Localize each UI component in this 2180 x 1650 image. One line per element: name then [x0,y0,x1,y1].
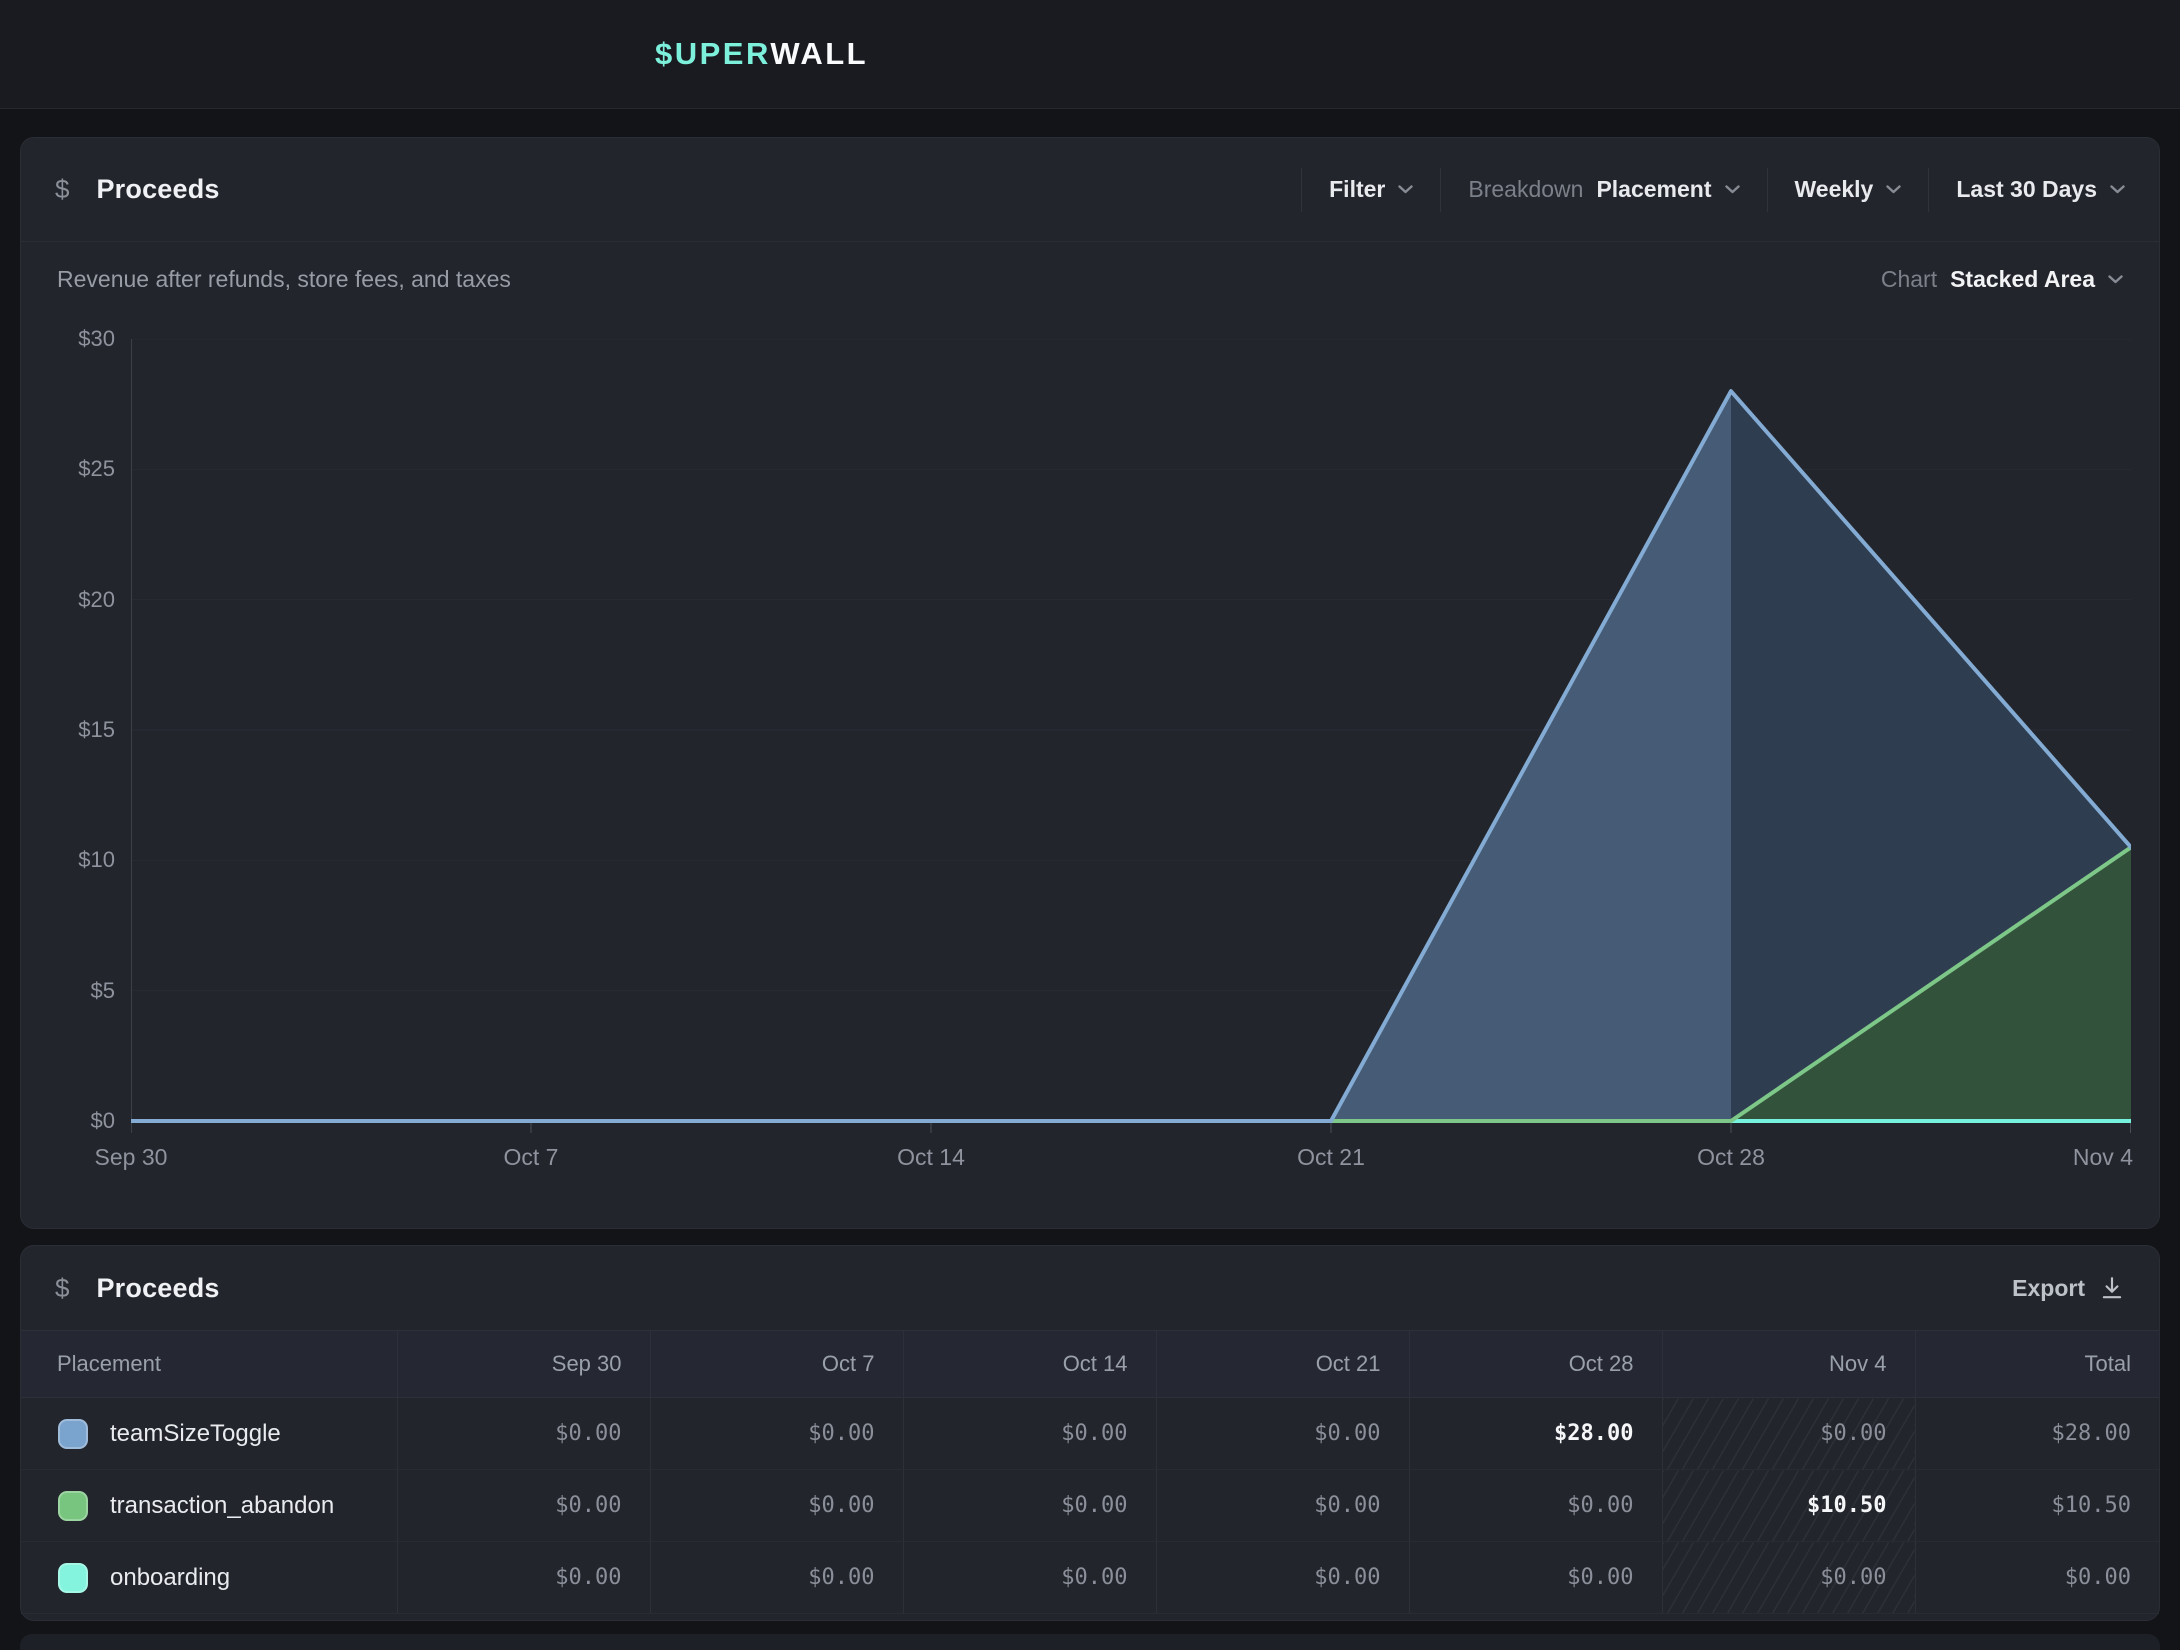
column-header: Placement [21,1331,397,1398]
superwall-logo[interactable]: $UPERWALL [655,36,868,72]
y-axis-tick-label: $20 [21,585,115,615]
x-axis-tick-label: Oct 28 [1697,1144,1765,1171]
filter-button[interactable]: Filter [1329,176,1413,203]
series-swatch [58,1563,88,1593]
chart-card-header: $ Proceeds Filter Breakdown Placement We… [21,138,2159,242]
proceeds-value-cell: $0.00 [1409,1542,1662,1614]
y-axis-tick-label: $10 [21,845,115,875]
proceeds-value-cell: $0.00 [650,1470,903,1542]
logo-rest-text: WALL [770,36,868,71]
proceeds-value-cell: $0.00 [1662,1398,1915,1470]
chevron-down-icon [2108,275,2123,284]
dollar-icon: $ [55,174,69,205]
proceeds-value-cell: $0.00 [1156,1398,1409,1470]
series-swatch [58,1419,88,1449]
table-row: teamSizeToggle$0.00$0.00$0.00$0.00$28.00… [21,1398,2159,1470]
proceeds-value-cell: $28.00 [1915,1398,2159,1470]
proceeds-value-cell: $0.00 [397,1470,650,1542]
proceeds-table-card: $ Proceeds Export PlacementSep 30Oct 7Oc… [20,1245,2160,1621]
chart-controls: Filter Breakdown Placement Weekly Last 3… [1301,168,2125,212]
proceeds-value-cell: $0.00 [903,1470,1156,1542]
proceeds-value-cell: $0.00 [1409,1470,1662,1542]
x-axis-tick-label: Sep 30 [95,1144,168,1171]
stacked-area-chart[interactable] [131,339,2131,1133]
date-range-value: Last 30 Days [1956,176,2097,203]
placement-name: teamSizeToggle [110,1420,281,1448]
column-header: Oct 7 [650,1331,903,1398]
proceeds-value-cell: $0.00 [650,1398,903,1470]
proceeds-value-cell: $10.50 [1915,1470,2159,1542]
proceeds-value-cell: $10.50 [1662,1470,1915,1542]
column-header: Oct 28 [1409,1331,1662,1398]
table-card-header: $ Proceeds Export [21,1246,2159,1330]
date-range-select[interactable]: Last 30 Days [1956,176,2125,203]
y-axis-tick-label: $30 [21,324,115,354]
table-card-title: Proceeds [96,1273,219,1304]
table-card-title-group: $ Proceeds [55,1273,220,1304]
export-label: Export [2012,1275,2085,1302]
divider [1440,168,1441,212]
column-header: Oct 21 [1156,1331,1409,1398]
chart-card-title: Proceeds [96,174,219,205]
column-header: Nov 4 [1662,1331,1915,1398]
next-card-edge [20,1634,2160,1650]
interval-value: Weekly [1795,176,1874,203]
placement-cell: transaction_abandon [21,1470,397,1542]
series-swatch [58,1491,88,1521]
proceeds-value-cell: $0.00 [650,1542,903,1614]
divider [1767,168,1768,212]
proceeds-value-cell: $0.00 [1156,1542,1409,1614]
chevron-down-icon [1398,185,1413,194]
x-axis-tick-label: Oct 21 [1297,1144,1365,1171]
chart-type-select[interactable]: Chart Stacked Area [1881,266,2123,293]
proceeds-value-cell: $0.00 [1156,1470,1409,1542]
placement-cell: onboarding [21,1542,397,1614]
proceeds-value-cell: $0.00 [1662,1542,1915,1614]
chart-card-title-group: $ Proceeds [55,174,220,205]
breakdown-value: Placement [1596,176,1711,203]
proceeds-value-cell: $28.00 [1409,1398,1662,1470]
x-axis-tick-label: Oct 14 [897,1144,965,1171]
table-header-row: PlacementSep 30Oct 7Oct 14Oct 21Oct 28No… [21,1331,2159,1398]
dollar-icon: $ [55,1273,69,1304]
proceeds-value-cell: $0.00 [397,1398,650,1470]
y-axis-tick-label: $5 [21,976,115,1006]
table-row: transaction_abandon$0.00$0.00$0.00$0.00$… [21,1470,2159,1542]
chevron-down-icon [1725,185,1740,194]
table-row: onboarding$0.00$0.00$0.00$0.00$0.00$0.00… [21,1542,2159,1614]
proceeds-value-cell: $0.00 [903,1398,1156,1470]
download-icon [2099,1275,2125,1301]
breakdown-label: Breakdown [1468,176,1583,203]
y-axis-tick-label: $25 [21,454,115,484]
export-button[interactable]: Export [2012,1275,2125,1302]
top-nav: $UPERWALL [0,0,2180,109]
chart-subtitle: Revenue after refunds, store fees, and t… [57,266,511,293]
y-axis-tick-label: $0 [21,1106,115,1136]
proceeds-value-cell: $0.00 [397,1542,650,1614]
chevron-down-icon [2110,185,2125,194]
divider [1301,168,1302,212]
y-axis-tick-label: $15 [21,715,115,745]
proceeds-value-cell: $0.00 [903,1542,1156,1614]
logo-accent-text: $UPER [655,36,770,71]
placement-cell: teamSizeToggle [21,1398,397,1470]
column-header: Total [1915,1331,2159,1398]
proceeds-value-cell: $0.00 [1915,1542,2159,1614]
proceeds-table: PlacementSep 30Oct 7Oct 14Oct 21Oct 28No… [21,1330,2159,1614]
interval-select[interactable]: Weekly [1795,176,1902,203]
column-header: Sep 30 [397,1331,650,1398]
column-header: Oct 14 [903,1331,1156,1398]
chart-type-value: Stacked Area [1950,266,2095,293]
placement-name: onboarding [110,1564,230,1592]
chevron-down-icon [1886,185,1901,194]
proceeds-chart-card: $ Proceeds Filter Breakdown Placement We… [20,137,2160,1229]
x-axis-tick-label: Nov 4 [2073,1144,2133,1171]
placement-name: transaction_abandon [110,1492,334,1520]
x-axis-tick-label: Oct 7 [504,1144,559,1171]
breakdown-select[interactable]: Breakdown Placement [1468,176,1739,203]
chart-type-label: Chart [1881,266,1937,293]
chart-sub-row: Revenue after refunds, store fees, and t… [21,242,2159,293]
divider [1928,168,1929,212]
filter-label: Filter [1329,176,1385,203]
